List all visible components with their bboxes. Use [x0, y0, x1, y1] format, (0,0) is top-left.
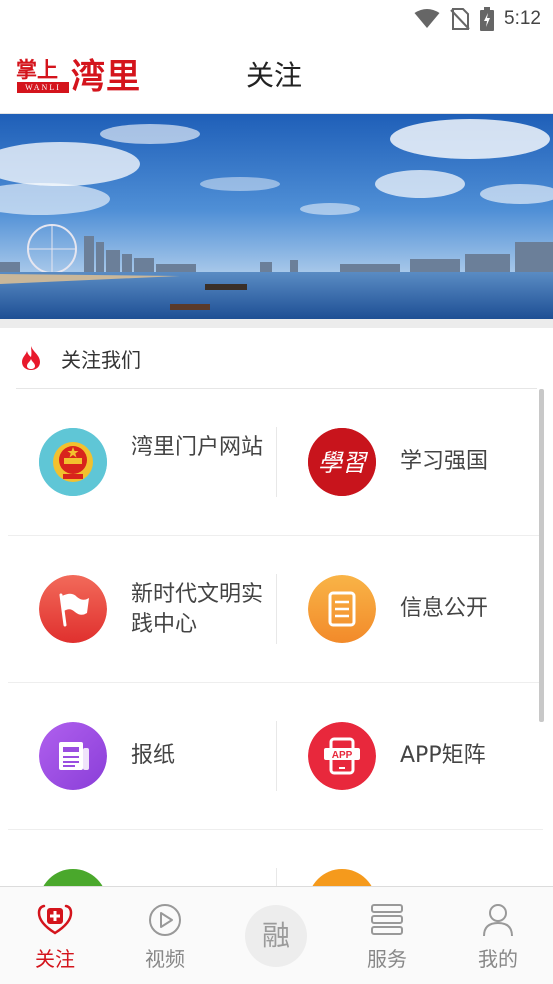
wifi-icon	[414, 9, 440, 28]
grid-item-civilization-center[interactable]: 新时代文明实践中心	[8, 536, 276, 682]
svg-text:APP: APP	[332, 750, 353, 761]
battery-charging-icon	[480, 7, 495, 31]
nav-label: 服务	[367, 947, 407, 971]
grid-item-info-disclosure[interactable]: 信息公开	[277, 536, 545, 682]
nav-item-follow[interactable]: 关注	[0, 887, 110, 984]
no-sim-icon	[450, 8, 470, 30]
national-emblem-icon	[39, 428, 107, 496]
app-header: 掌上 湾里 WANLI 关注	[0, 38, 553, 114]
service-list-icon	[371, 904, 403, 935]
grid-row: 报纸 APP APP矩阵	[0, 683, 553, 829]
xuexi-logo-icon: 學習	[308, 428, 376, 496]
flag-icon	[39, 575, 107, 643]
grid-item-app-matrix[interactable]: APP APP矩阵	[277, 683, 545, 829]
svg-text:學習: 學習	[318, 449, 369, 477]
bottom-nav: 关注 视频 融 服务 我的	[0, 886, 553, 984]
section-gap	[0, 319, 553, 328]
grid-row: 湾里门户网站 學習 学习强国	[0, 389, 553, 535]
grid-row	[0, 830, 553, 886]
nav-label: 视频	[145, 947, 185, 971]
nav-label: 关注	[35, 947, 75, 971]
app-phone-icon: APP	[308, 722, 376, 790]
grid-item-7[interactable]	[8, 830, 276, 886]
grid-item-label: 新时代文明实践中心	[131, 582, 264, 637]
rong-center-icon[interactable]: 融	[245, 905, 307, 967]
heart-plus-icon	[37, 904, 73, 935]
flame-icon	[22, 346, 40, 370]
status-time: 5:12	[504, 8, 541, 29]
status-bar: 5:12	[0, 0, 553, 38]
green-circle-icon	[39, 869, 107, 886]
nav-label: 我的	[478, 947, 518, 971]
grid-item-8[interactable]	[277, 830, 545, 886]
grid-item-label: APP矩阵	[400, 743, 486, 768]
nav-center-label: 融	[261, 919, 290, 952]
follow-grid: 湾里门户网站 學習 学习强国 新时代文明实践中心 信息公开 报纸 APP APP…	[0, 389, 553, 886]
nav-item-service[interactable]: 服务	[332, 887, 442, 984]
section-title: 关注我们	[61, 348, 141, 372]
grid-item-portal[interactable]: 湾里门户网站	[8, 389, 276, 535]
page-title: 关注	[246, 59, 303, 92]
document-list-icon	[308, 575, 376, 643]
nav-item-video[interactable]: 视频	[110, 887, 220, 984]
grid-item-label: 湾里门户网站	[131, 435, 264, 460]
section-header: 关注我们	[0, 328, 553, 388]
city-skyline-photo	[0, 114, 553, 319]
orange-circle-icon	[308, 869, 376, 886]
grid-item-newspaper[interactable]: 报纸	[8, 683, 276, 829]
newspaper-icon	[39, 722, 107, 790]
nav-item-mine[interactable]: 我的	[443, 887, 553, 984]
grid-item-xuexi[interactable]: 學習 学习强国	[277, 389, 545, 535]
play-circle-icon	[149, 904, 181, 936]
scrollbar[interactable]	[539, 389, 544, 722]
grid-row: 新时代文明实践中心 信息公开	[0, 536, 553, 682]
user-icon	[483, 904, 513, 937]
grid-item-label: 学习强国	[400, 449, 489, 474]
banner-image[interactable]	[0, 114, 553, 319]
grid-item-label: 报纸	[131, 743, 176, 768]
grid-item-label: 信息公开	[400, 596, 489, 621]
